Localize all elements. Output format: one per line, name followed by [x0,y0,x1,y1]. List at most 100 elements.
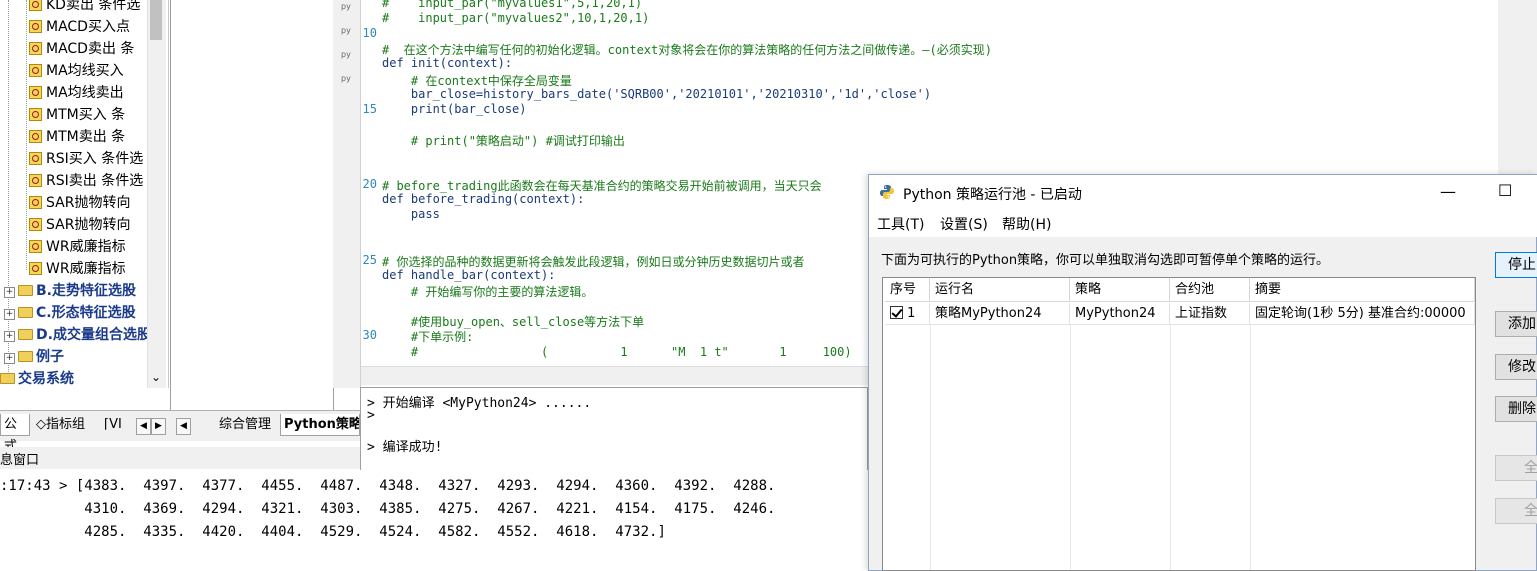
tree-guide-line [26,0,27,270]
tab-scroll-left-icon[interactable]: ◀ [136,418,151,435]
tree-item[interactable]: RSI卖出 条件选 [29,170,143,192]
formula-icon [29,64,42,77]
folder-icon [18,329,33,340]
minimize-button[interactable]: — [1440,182,1456,201]
folder-icon [18,351,33,362]
tree-item-label: SAR抛物转向 [46,217,131,233]
code-line[interactable]: def init(context): [382,56,512,70]
tree-root[interactable]: 交易系统 [0,368,74,390]
code-line[interactable]: pass [382,207,440,221]
doc-tab-scroll-left-icon[interactable]: ◀ [176,418,191,435]
column-header-strategy[interactable]: 策略 [1070,278,1170,302]
editor-vertical-scrollbar[interactable] [1498,0,1537,175]
left-tab-bar: 公式 ◇指标组 ⌈VI ◀ ▶ [0,410,170,454]
tree-scrollbar-thumb[interactable] [150,0,162,40]
column-header-pool[interactable]: 合约池 [1170,278,1250,302]
menu-help[interactable]: 帮助(H) [1002,215,1051,235]
tree-item[interactable]: MTM卖出 条 [29,126,125,148]
message-window-title: 息窗口 [0,453,40,468]
code-line[interactable]: def before_trading(context): [382,192,584,206]
tree-scrollbar[interactable] [147,0,166,388]
tab-overview[interactable]: 综合管理 [216,414,278,436]
grid-column-divider [1250,325,1251,570]
tree-item-label: MTM卖出 条 [46,129,126,145]
row-pool[interactable]: 上证指数 [1170,303,1250,325]
code-line[interactable]: # print("策略启动") #调试打印输出 [382,132,625,149]
formula-icon [29,262,42,275]
folder-icon [18,285,33,296]
tree-root-label: 交易系统 [18,371,74,387]
expand-plus-icon[interactable]: + [4,331,15,342]
stop-button[interactable]: 停止 [1495,252,1537,278]
column-header-run-name[interactable]: 运行名 [930,278,1070,302]
menu-tools[interactable]: 工具(T) [877,215,924,235]
row-run-name[interactable]: 策略MyPython24 [930,303,1070,325]
tree-item[interactable]: SAR抛物转向 [29,214,130,236]
code-line[interactable]: def handle_bar(context): [382,268,555,282]
tab-indicator-group[interactable]: ◇指标组 [33,414,99,436]
scroll-down-icon[interactable]: ⌄ [148,368,164,386]
menu-settings[interactable]: 设置(S) [940,215,988,235]
column-header-index[interactable]: 序号 [885,278,930,302]
expand-plus-icon[interactable]: + [4,287,15,298]
expand-plus-icon[interactable]: + [4,309,15,320]
code-line[interactable]: # input_par("myvalues1",5,1,20,1) [382,0,642,10]
message-line: :17:43 > [4383. 4397. 4377. 4455. 4487. … [0,478,776,494]
tab-formula[interactable]: 公式 [0,414,30,454]
tree-group[interactable]: + B.走势特征选股 [4,280,136,302]
line-number: 30 [362,328,377,342]
output-line: > [367,408,375,423]
row-strategy[interactable]: MyPython24 [1070,303,1170,325]
tab-label: 指标组 [46,417,86,432]
formula-icon [29,0,42,11]
add-button[interactable]: 添加 [1495,311,1537,337]
tab-vi[interactable]: ⌈VI [101,414,135,436]
editor-horizontal-scrollbar[interactable] [361,366,868,385]
tree-item[interactable]: MACD买入点 [29,16,130,38]
deselect-all-button[interactable]: 全 [1495,498,1537,524]
python-logo-icon [880,185,894,199]
modify-button[interactable]: 修改 [1495,354,1537,380]
dialog-description: 下面为可执行的Python策略，你可以单独取消勾选即可暂停单个策略的运行。 [881,253,1330,268]
line-number: 20 [362,177,377,191]
row-index: 1 [907,306,916,321]
message-line: 4285. 4335. 4420. 4404. 4529. 4524. 4582… [0,524,666,540]
select-all-button[interactable]: 全 [1495,455,1537,481]
tree-group[interactable]: + C.形态特征选股 [4,302,136,324]
code-line[interactable]: # input_par("myvalues2",10,1,20,1) [382,11,649,25]
tree-item[interactable]: MA均线卖出 [29,82,124,104]
formula-icon [29,240,42,253]
tree-item-label: MA均线买入 [46,63,124,79]
code-line[interactable]: # 开始编写你的主要的算法逻辑。 [382,283,593,300]
row-enable-checkbox[interactable] [890,306,903,319]
formula-icon [29,218,42,231]
tab-python-strategy[interactable]: Python策略 [280,414,360,436]
tab-scroll-right-icon[interactable]: ▶ [151,418,166,435]
message-window-header: 息窗口 [0,447,360,469]
row-summary[interactable]: 固定轮询(1秒 5分) 基准合约:00000 [1250,303,1475,325]
tree-group[interactable]: + D.成交量组合选股 [4,324,151,346]
maximize-button[interactable]: ☐ [1498,181,1512,200]
tree-group-label: B.走势特征选股 [36,283,136,299]
code-line[interactable]: print(bar_close) [382,102,527,116]
formula-icon [29,108,42,121]
tree-item[interactable]: MTM买入 条 [29,104,125,126]
tree-item[interactable]: WR威廉指标 [29,258,126,280]
column-header-summary[interactable]: 摘要 [1250,278,1475,302]
tree-item[interactable]: MACD卖出 条 [29,38,134,60]
tree-group[interactable]: + 例子 [4,346,64,368]
tree-item[interactable]: WR威廉指标 [29,236,126,258]
tree-item[interactable]: RSI买入 条件选 [29,148,143,170]
tree-group-label: C.形态特征选股 [36,305,136,321]
tree-item-label: WR威廉指标 [46,239,126,255]
tree-item[interactable]: KD卖出 条件选 [29,0,140,16]
tree-item[interactable]: SAR抛物转向 [29,192,130,214]
expand-plus-icon[interactable]: + [4,353,15,364]
row-index-cell[interactable]: 1 [885,303,930,325]
tree-item-label: MA均线卖出 [46,85,124,101]
tree-item[interactable]: MA均线买入 [29,60,124,82]
grid-column-divider [1170,325,1171,570]
indicator-icon: ◇ [36,417,46,432]
delete-button[interactable]: 删除 [1495,396,1537,422]
code-line[interactable]: bar_close=history_bars_date('SQRB00','20… [382,87,931,101]
